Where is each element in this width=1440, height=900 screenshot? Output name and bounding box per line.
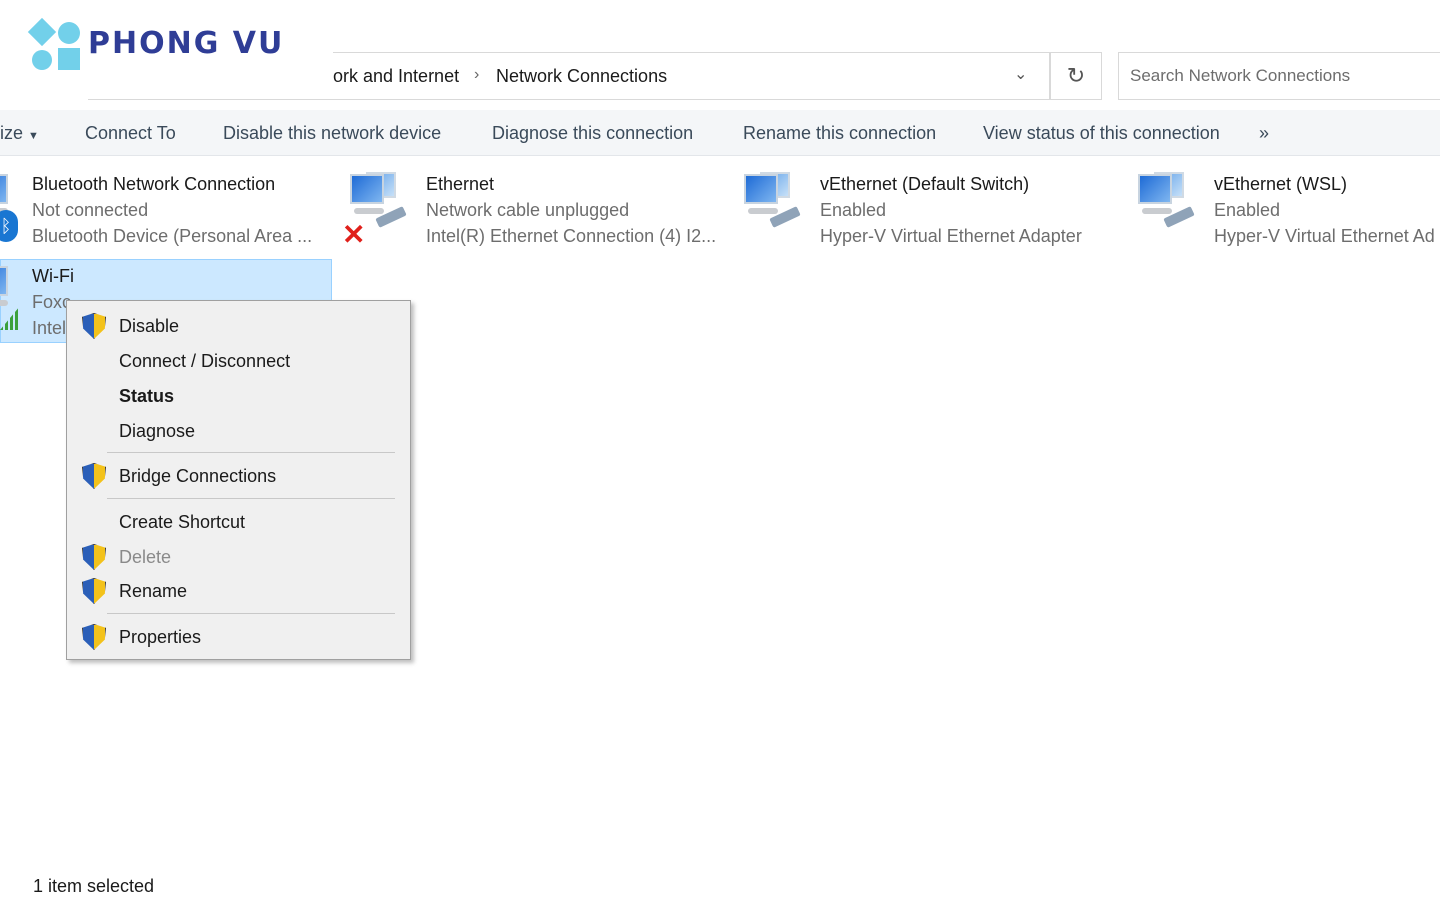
- connect-to-button[interactable]: Connect To: [85, 123, 176, 144]
- disconnected-x-icon: ✕: [342, 219, 366, 250]
- connection-name: vEthernet (WSL): [1214, 174, 1348, 194]
- menu-item-properties[interactable]: Properties: [119, 627, 201, 648]
- uac-shield-icon: [82, 624, 106, 650]
- connection-status: Network cable unplugged: [426, 200, 630, 220]
- uac-shield-icon: [82, 578, 106, 604]
- connection-status: Enabled: [1214, 200, 1281, 220]
- status-selection-count: 1 item selected: [33, 876, 155, 896]
- context-menu: Disable Connect / Disconnect Status Diag…: [66, 300, 411, 660]
- connection-status: Not connected: [32, 200, 149, 220]
- command-toolbar: ize ▼ Connect To Disable this network de…: [0, 110, 1440, 156]
- diagnose-button[interactable]: Diagnose this connection: [492, 123, 693, 144]
- menu-separator: [107, 613, 395, 614]
- menu-item-connect-disconnect[interactable]: Connect / Disconnect: [119, 351, 290, 372]
- breadcrumb-network-connections[interactable]: Network Connections: [496, 66, 667, 87]
- disable-device-button[interactable]: Disable this network device: [223, 123, 441, 144]
- menu-item-diagnose[interactable]: Diagnose: [119, 421, 195, 442]
- connection-status: Enabled: [820, 200, 887, 220]
- rename-button[interactable]: Rename this connection: [743, 123, 936, 144]
- menu-separator: [107, 452, 395, 453]
- more-commands-button[interactable]: »: [1259, 123, 1269, 144]
- uac-shield-icon: [82, 463, 106, 489]
- connection-device: Hyper-V Virtual Ethernet Adapter: [820, 226, 1082, 246]
- bluetooth-icon: ᛒ: [0, 210, 18, 242]
- view-status-button[interactable]: View status of this connection: [983, 123, 1220, 144]
- connection-name: Bluetooth Network Connection: [32, 174, 276, 194]
- uac-shield-icon: [82, 313, 106, 339]
- menu-item-disable[interactable]: Disable: [119, 316, 179, 337]
- organize-label: ize: [0, 123, 24, 143]
- search-input[interactable]: [1118, 52, 1440, 100]
- breadcrumb-chevron-icon: ›: [474, 66, 480, 83]
- network-adapter-icon: [740, 172, 801, 228]
- network-adapter-icon: [0, 264, 22, 312]
- refresh-icon: ↻: [1066, 63, 1086, 88]
- menu-item-status[interactable]: Status: [119, 386, 174, 407]
- connection-device: Hyper-V Virtual Ethernet Ad: [1214, 226, 1435, 246]
- breadcrumb-network-and-internet[interactable]: ork and Internet: [333, 66, 459, 87]
- chevron-down-icon[interactable]: ⌄: [1014, 64, 1027, 84]
- connection-vethernet-wsl[interactable]: vEthernet (WSL) Enabled Hyper-V Virtual …: [1214, 170, 1440, 254]
- connection-name: Wi-Fi: [32, 266, 74, 286]
- network-adapter-icon: [346, 172, 407, 228]
- menu-item-bridge-connections[interactable]: Bridge Connections: [119, 466, 276, 487]
- connection-name: Ethernet: [426, 174, 495, 194]
- connection-name: vEthernet (Default Switch): [820, 174, 1030, 194]
- refresh-button[interactable]: ↻: [1050, 52, 1102, 100]
- network-adapter-icon: [1134, 172, 1195, 228]
- organize-button[interactable]: ize ▼: [0, 123, 39, 144]
- menu-separator: [107, 498, 395, 499]
- uac-shield-icon: [82, 544, 106, 570]
- connection-device: Intel(R) Ethernet Connection (4) I2...: [426, 226, 717, 246]
- connection-device: Bluetooth Device (Personal Area ...: [32, 226, 313, 246]
- menu-item-delete: Delete: [119, 547, 172, 567]
- menu-item-rename[interactable]: Rename: [119, 581, 187, 602]
- connection-device: Intel: [32, 318, 67, 338]
- menu-item-create-shortcut[interactable]: Create Shortcut: [119, 512, 245, 533]
- dropdown-arrow-icon: ▼: [28, 130, 39, 142]
